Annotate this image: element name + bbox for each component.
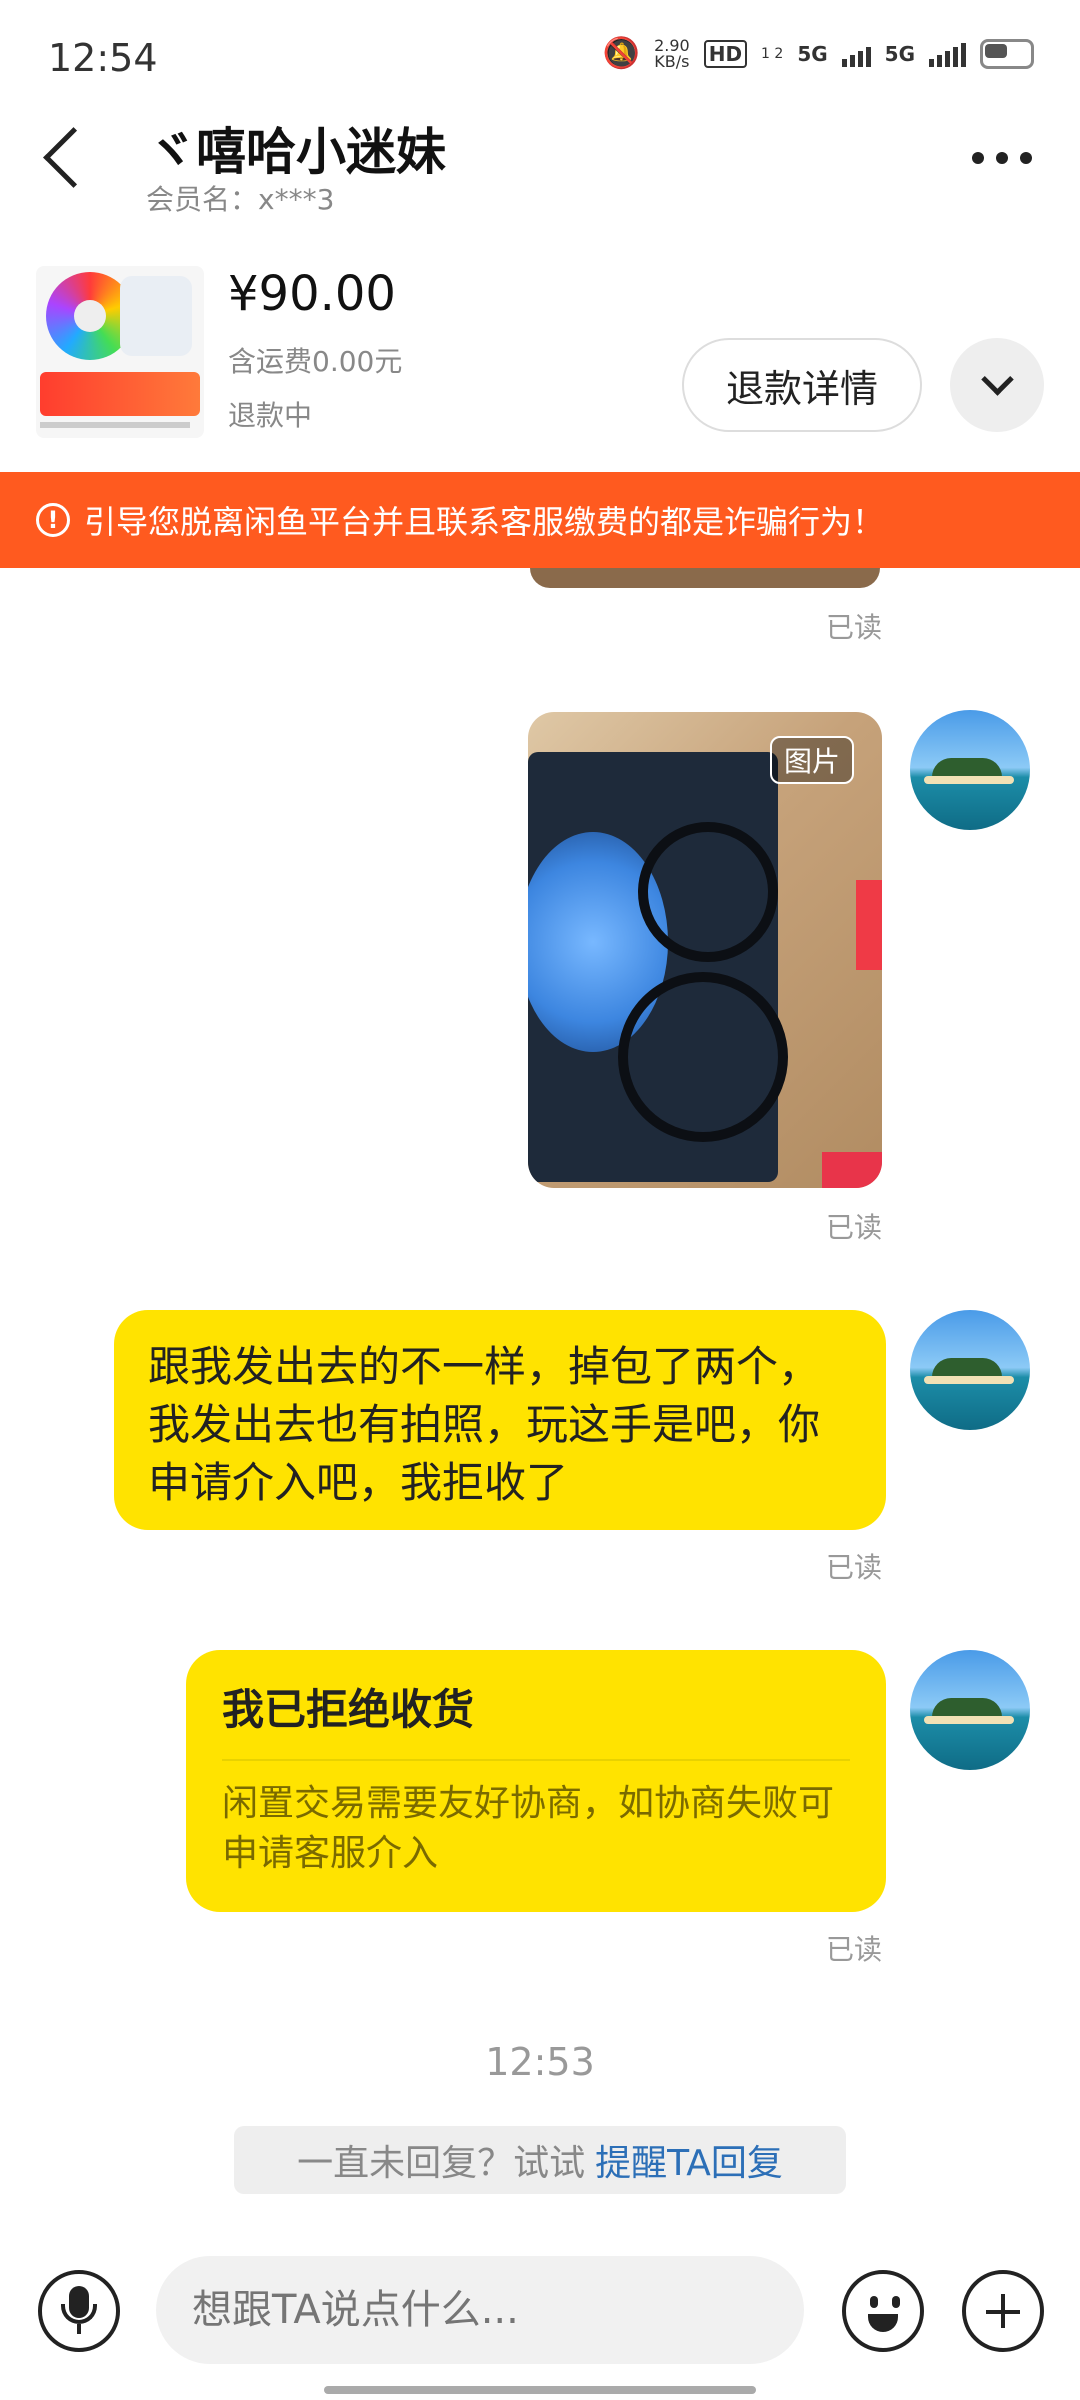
- chevron-down-icon: [981, 363, 1014, 396]
- user-avatar[interactable]: [910, 1310, 1030, 1430]
- message-input[interactable]: [156, 2256, 804, 2364]
- voice-input-button[interactable]: [38, 2270, 120, 2352]
- signal-icon: [841, 41, 871, 67]
- remind-reply-hint: 一直未回复？试试 提醒TA回复: [234, 2126, 846, 2194]
- remind-reply-link[interactable]: 提醒TA回复: [595, 2134, 783, 2186]
- product-thumbnail[interactable]: [36, 266, 204, 438]
- refund-details-button[interactable]: 退款详情: [682, 338, 922, 432]
- hd-icon: HD: [703, 39, 748, 68]
- chat-timestamp: 12:53: [485, 2040, 595, 2084]
- product-price: ¥90.00: [228, 266, 396, 322]
- emoji-button[interactable]: [842, 2270, 924, 2352]
- member-name: 会员名：x***3: [146, 183, 335, 216]
- message-bubble[interactable]: 跟我发出去的不一样，掉包了两个，我发出去也有拍照，玩这手是吧，你申请介入吧，我拒…: [114, 1310, 886, 1530]
- read-receipt: 已读: [826, 1933, 883, 1966]
- status-icons: 🔕 2.90 KB/s HD 1 2 5G 5G: [603, 36, 1034, 71]
- refund-status: 退款中: [228, 399, 313, 432]
- home-indicator[interactable]: [324, 2386, 756, 2394]
- mute-icon: 🔕: [602, 36, 641, 71]
- expand-button[interactable]: [950, 338, 1044, 432]
- status-time: 12:54: [48, 36, 158, 80]
- net-5g-1: 5G: [797, 41, 828, 66]
- warning-icon: !: [36, 503, 70, 537]
- more-icon[interactable]: [972, 152, 1032, 164]
- emoji-icon: [870, 2296, 878, 2308]
- user-avatar[interactable]: [910, 710, 1030, 830]
- scam-warning-banner: ! 引导您脱离闲鱼平台并且联系客服缴费的都是诈骗行为！: [0, 472, 1080, 568]
- net-speed-unit: KB/s: [654, 51, 690, 71]
- battery-icon: [980, 38, 1034, 69]
- nudge-text: 一直未回复？试试: [297, 2143, 586, 2184]
- more-actions-button[interactable]: [962, 2270, 1044, 2352]
- chat-title: ヾ嘻哈小迷妹: [146, 123, 446, 181]
- back-icon[interactable]: [43, 127, 104, 188]
- previous-image-partial[interactable]: [530, 568, 880, 588]
- hd-sub: 1 2: [761, 45, 784, 62]
- net-5g-2: 5G: [884, 41, 915, 66]
- net-speed: 2.90 KB/s: [654, 37, 690, 71]
- image-tag: 图片: [770, 736, 855, 784]
- reject-delivery-card[interactable]: 我已拒绝收货 闲置交易需要友好协商，如协商失败可申请客服介入: [186, 1650, 886, 1912]
- card-subtitle: 闲置交易需要友好协商，如协商失败可申请客服介入: [222, 1783, 835, 1874]
- fan-image-2: [120, 276, 192, 356]
- read-receipt: 已读: [826, 611, 883, 644]
- shipping-info: 含运费0.00元: [228, 345, 403, 378]
- promo-banner-image: [40, 372, 200, 416]
- signal-icon-2: [929, 41, 966, 67]
- warning-text: 引导您脱离闲鱼平台并且联系客服缴费的都是诈骗行为！: [84, 503, 885, 541]
- card-title: 我已拒绝收货: [222, 1685, 475, 1734]
- thumbnail-text-line: [40, 422, 190, 428]
- read-receipt: 已读: [826, 1211, 883, 1244]
- card-divider: [222, 1759, 850, 1761]
- user-avatar[interactable]: [910, 1650, 1030, 1770]
- read-receipt: 已读: [826, 1551, 883, 1584]
